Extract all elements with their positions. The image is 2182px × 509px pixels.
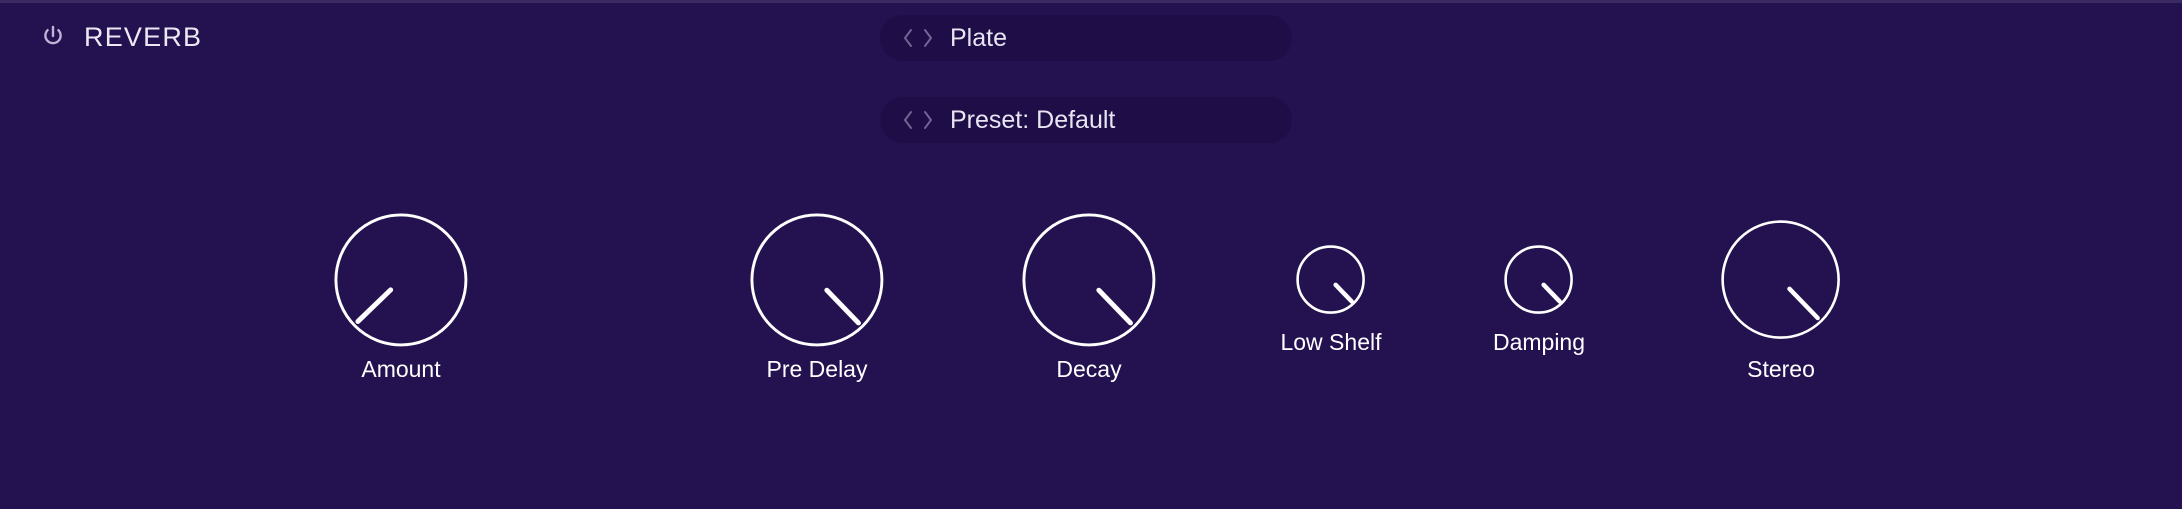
knob-label-amount: Amount bbox=[361, 355, 441, 382]
knob-decay[interactable]: Decay bbox=[1019, 210, 1159, 380]
knob-label-stereo: Stereo bbox=[1747, 355, 1815, 382]
reverb-type-selector[interactable]: Plate bbox=[880, 15, 1292, 61]
module-header: REVERB bbox=[40, 17, 202, 57]
knob-dial-pre-delay[interactable] bbox=[747, 210, 887, 350]
chevron-right-icon[interactable] bbox=[920, 25, 936, 51]
knob-dial-decay[interactable] bbox=[1019, 210, 1159, 350]
knob-dial-amount[interactable] bbox=[331, 210, 471, 350]
knob-label-decay: Decay bbox=[1056, 355, 1122, 382]
knob-pre-delay[interactable]: Pre Delay bbox=[747, 210, 887, 380]
reverb-plugin-panel: REVERB Plate Preset: Default Amount Pre … bbox=[0, 0, 2182, 509]
knob-label-damping: Damping bbox=[1492, 328, 1586, 355]
knob-damping[interactable]: Damping bbox=[1493, 242, 1585, 353]
reverb-preset-value: Preset: Default bbox=[950, 105, 1116, 134]
reverb-type-arrows bbox=[900, 25, 936, 51]
knob-dial-low-shelf[interactable] bbox=[1293, 242, 1368, 317]
knob-amount[interactable]: Amount bbox=[331, 210, 471, 380]
knob-label-low-shelf: Low Shelf bbox=[1280, 328, 1382, 355]
knob-stereo[interactable]: Stereo bbox=[1718, 217, 1843, 380]
knob-dial-stereo[interactable] bbox=[1718, 217, 1843, 342]
page-title: REVERB bbox=[84, 21, 203, 52]
chevron-left-icon[interactable] bbox=[900, 107, 916, 133]
knob-dial-damping[interactable] bbox=[1501, 242, 1576, 317]
chevron-right-icon[interactable] bbox=[920, 107, 936, 133]
knob-label-pre-delay: Pre Delay bbox=[766, 355, 868, 382]
power-icon[interactable] bbox=[40, 24, 66, 50]
chevron-left-icon[interactable] bbox=[900, 25, 916, 51]
reverb-type-value: Plate bbox=[950, 23, 1007, 52]
reverb-preset-arrows bbox=[900, 107, 936, 133]
knob-low-shelf[interactable]: Low Shelf bbox=[1280, 242, 1381, 353]
reverb-preset-selector[interactable]: Preset: Default bbox=[880, 97, 1292, 143]
